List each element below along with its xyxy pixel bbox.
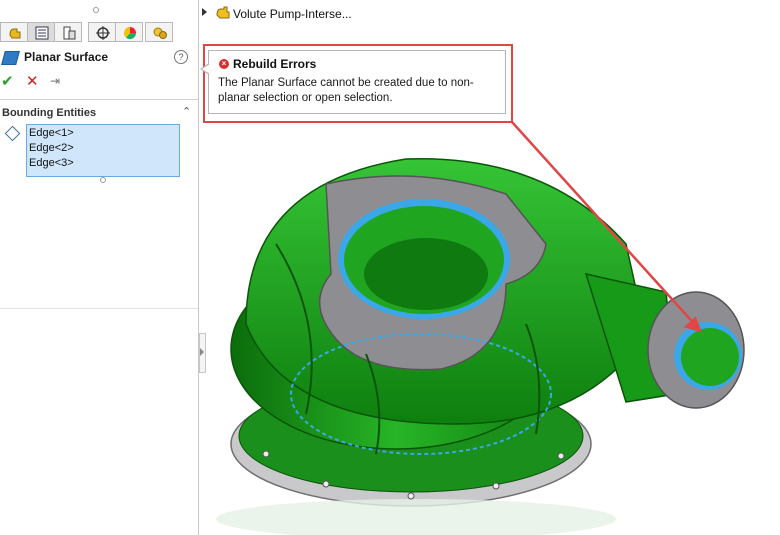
rebuild-error-tooltip: × Rebuild Errors The Planar Surface cann…: [200, 50, 506, 114]
error-icon: ×: [219, 59, 229, 69]
tooltip-pointer-inner: [202, 64, 210, 74]
error-message: The Planar Surface cannot be created due…: [218, 77, 474, 104]
callout-arrowhead: [683, 316, 703, 333]
error-title: Rebuild Errors: [233, 57, 317, 71]
callout-leader-line: [511, 121, 699, 329]
